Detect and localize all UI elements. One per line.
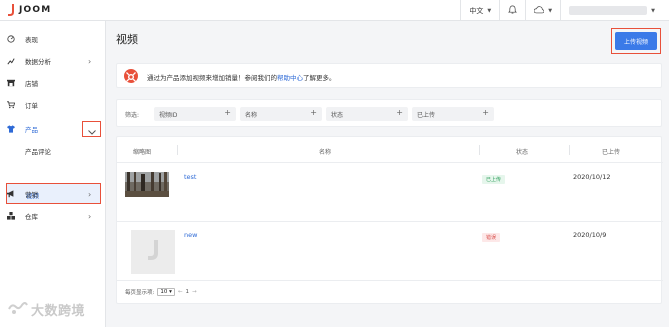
per-page-value: 10	[160, 289, 168, 295]
sidebar: 表现 数据分析 › 店铺 订单 产品 产品评论 视频 营销 › 仓库 ›	[0, 21, 106, 327]
sidebar-item-marketing[interactable]: 营销 ›	[0, 185, 106, 203]
plus-icon: +	[482, 108, 489, 117]
videos-table: 缩略图 名称 状态 已上传 test 已上传 2020/10/12 new 错误…	[116, 136, 663, 304]
watermark: 大数跨境	[8, 300, 85, 319]
info-banner: 通过为产品添加视频来增加销量！参阅我们的帮助中心了解更多。	[116, 63, 662, 88]
filter-chip-label: 状态	[331, 112, 344, 119]
bell-icon	[508, 5, 518, 16]
sidebar-item-label: 表现	[25, 36, 38, 44]
filter-chip-video-id[interactable]: 视频ID +	[154, 107, 236, 121]
row-divider	[117, 280, 663, 281]
warehouse-icon	[7, 212, 15, 220]
sidebar-item-warehouse[interactable]: 仓库 ›	[0, 207, 106, 225]
info-text-after: 了解更多。	[303, 74, 336, 82]
top-bar: JOOM 中文 ▼ ▼ ▼	[0, 0, 669, 21]
help-center-link[interactable]: 帮助中心	[277, 74, 303, 82]
language-selector[interactable]: 中文 ▼	[460, 0, 499, 21]
cloud-menu-button[interactable]: ▼	[525, 0, 560, 21]
top-right-controls: 中文 ▼ ▼ ▼	[460, 0, 663, 21]
caret-down-icon: ▼	[487, 7, 492, 14]
shirt-icon	[7, 125, 15, 133]
video-name-link[interactable]: new	[184, 231, 197, 239]
account-name-redacted	[569, 6, 648, 15]
column-header-name: 名称	[319, 149, 332, 156]
status-badge: 已上传	[482, 175, 506, 184]
brand-name: JOOM	[19, 5, 52, 15]
next-page-icon[interactable]: →	[192, 289, 197, 295]
prev-page-icon[interactable]: ←	[178, 289, 183, 295]
sidebar-item-label: 店铺	[25, 80, 38, 88]
caret-down-icon: ▼	[548, 7, 553, 14]
current-page[interactable]: 1	[185, 289, 189, 295]
per-page-select[interactable]: 10 ▾	[157, 288, 175, 296]
chevron-right-icon: ›	[88, 189, 92, 199]
filter-chip-label: 名称	[245, 112, 258, 119]
chevron-down-icon	[87, 120, 96, 139]
info-text-before: 通过为产品添加视频来增加销量！参阅我们的	[147, 74, 277, 82]
video-thumbnail[interactable]	[125, 172, 169, 197]
filter-chip-name[interactable]: 名称 +	[240, 107, 322, 121]
sidebar-subitem-product-reviews[interactable]: 产品评论	[25, 146, 51, 156]
products-expand-toggle[interactable]	[82, 121, 101, 137]
cloud-icon	[533, 5, 545, 16]
upload-video-button[interactable]: 上传视频	[615, 32, 657, 50]
caret-down-icon: ▼	[651, 7, 655, 14]
filter-chip-label: 已上传	[417, 112, 436, 119]
pagination: 每页显示项: 10 ▾ ← 1 →	[125, 288, 197, 296]
uploaded-date: 2020/10/12	[573, 173, 611, 181]
watermark-text: 大数跨境	[31, 304, 86, 319]
filter-chip-label: 视频ID	[159, 112, 178, 119]
store-icon	[7, 79, 15, 87]
plus-icon: +	[310, 108, 317, 117]
sidebar-item-label: 仓库	[25, 213, 38, 221]
info-text: 通过为产品添加视频来增加销量！参阅我们的帮助中心了解更多。	[147, 72, 336, 82]
brand-logo[interactable]: JOOM	[8, 4, 51, 16]
plus-icon: +	[396, 108, 403, 117]
sidebar-item-label: 数据分析	[25, 58, 51, 66]
column-separator	[177, 145, 178, 155]
lifebuoy-icon	[124, 69, 138, 83]
row-divider	[117, 221, 663, 222]
chevron-right-icon: ›	[88, 211, 92, 221]
sidebar-item-orders[interactable]: 订单	[0, 96, 106, 114]
chevron-right-icon: ›	[88, 56, 92, 66]
gauge-icon	[7, 35, 15, 43]
column-separator	[569, 145, 570, 155]
megaphone-icon	[7, 190, 15, 198]
language-label: 中文	[469, 6, 484, 15]
column-header-thumbnail: 缩略图	[133, 149, 152, 156]
sidebar-item-label: 订单	[25, 102, 38, 110]
video-name-link[interactable]: test	[184, 173, 196, 181]
sidebar-item-label: 产品	[25, 126, 38, 134]
status-badge: 错误	[482, 233, 501, 242]
filter-chip-uploaded[interactable]: 已上传 +	[412, 107, 494, 121]
chart-line-icon	[7, 57, 15, 65]
watermark-logo-icon	[8, 301, 28, 319]
plus-icon: +	[224, 108, 231, 117]
page-title: 视频	[116, 33, 138, 46]
column-header-uploaded: 已上传	[602, 149, 621, 156]
column-header-status: 状态	[516, 149, 529, 156]
column-separator	[479, 145, 480, 155]
sidebar-item-label: 营销	[25, 191, 38, 199]
account-menu[interactable]: ▼	[560, 0, 663, 21]
joom-placeholder-icon	[147, 240, 159, 264]
uploaded-date: 2020/10/9	[573, 231, 607, 239]
per-page-label: 每页显示项:	[125, 290, 155, 296]
main-content: 视频 上传视频 通过为产品添加视频来增加销量！参阅我们的帮助中心了解更多。 筛选…	[106, 21, 669, 327]
sidebar-item-store[interactable]: 店铺	[0, 74, 106, 92]
filter-label: 筛选:	[125, 112, 140, 119]
filter-bar: 筛选: 视频ID + 名称 + 状态 + 已上传 +	[116, 99, 662, 127]
sidebar-item-performance[interactable]: 表现	[0, 30, 106, 48]
row-divider	[117, 162, 663, 163]
joom-logo-icon	[8, 4, 14, 16]
sidebar-item-analytics[interactable]: 数据分析 ›	[0, 52, 106, 70]
cart-icon	[7, 101, 15, 109]
filter-chip-status[interactable]: 状态 +	[326, 107, 408, 121]
video-thumbnail-placeholder[interactable]	[131, 230, 175, 274]
notifications-button[interactable]	[499, 0, 525, 21]
